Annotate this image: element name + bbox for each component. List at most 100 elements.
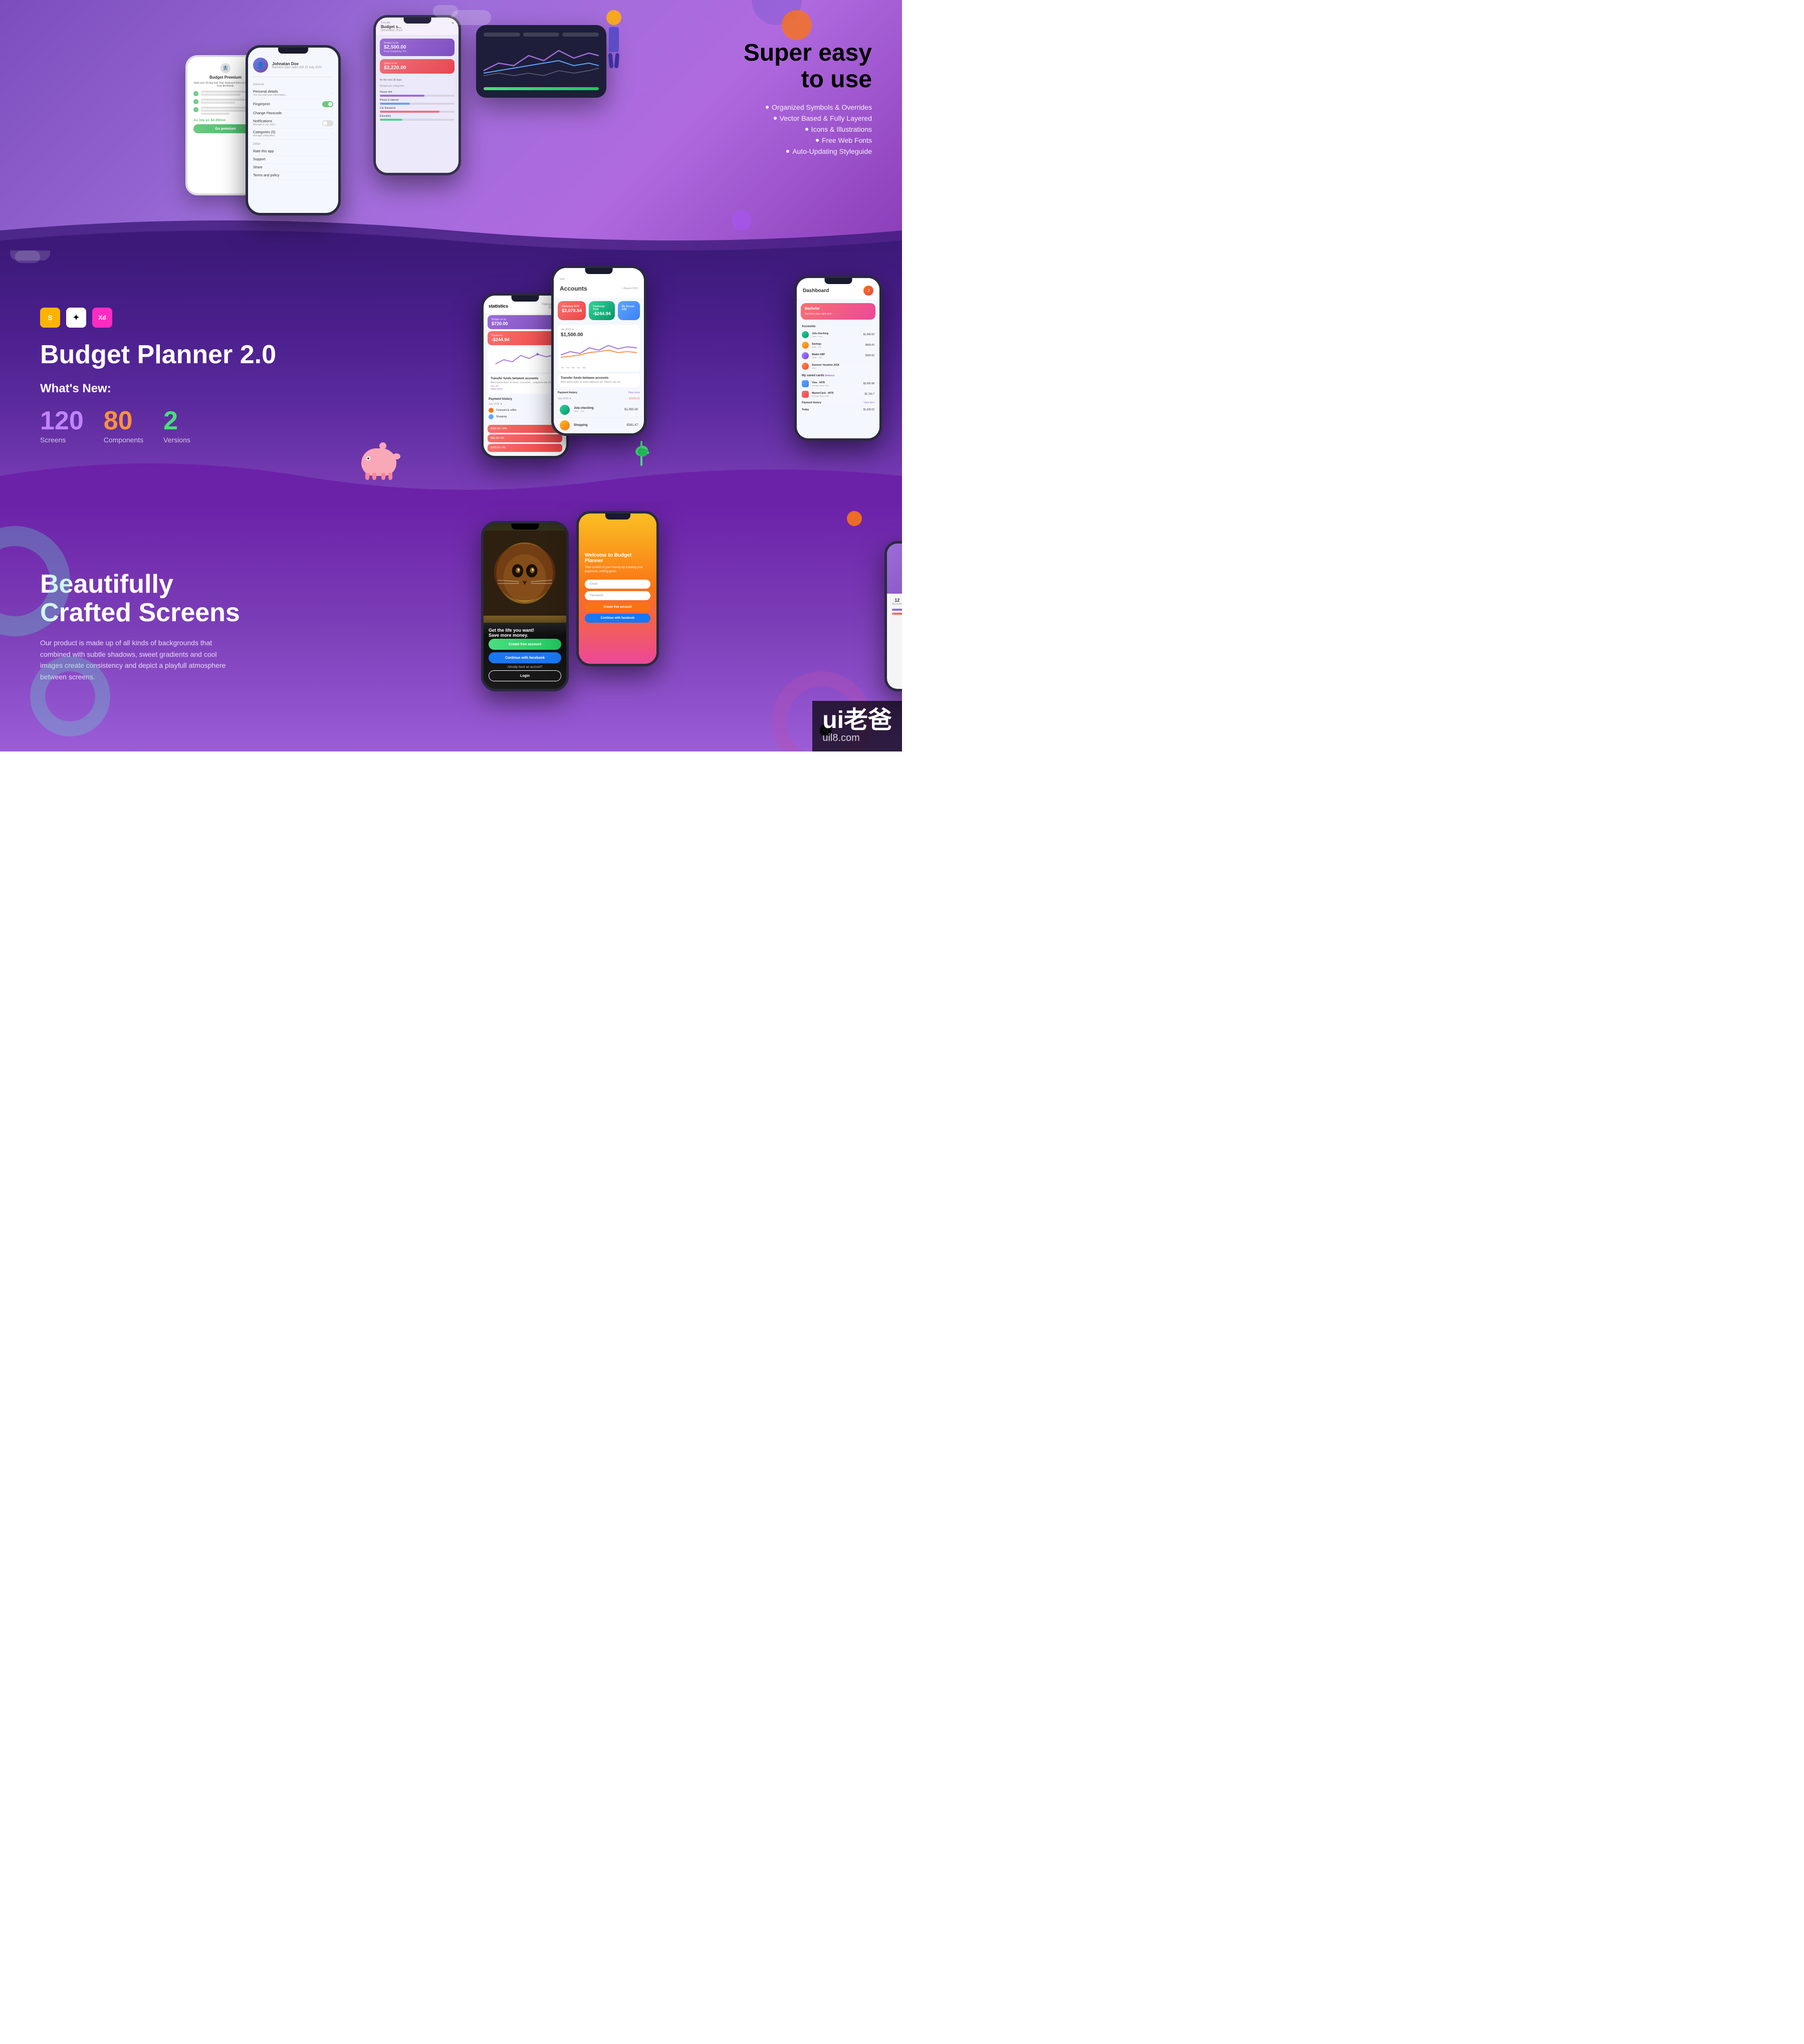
whats-new-label: What's New:: [40, 382, 411, 396]
components-stat: 80 Components: [104, 406, 143, 444]
orange-dot-accent: [847, 511, 862, 526]
accounts-phone: 9:40 Accounts 1 August 2019 Checking 201…: [551, 266, 646, 436]
budget-card-expense: Spent so far $3,220.00: [380, 59, 455, 74]
share-item[interactable]: Share: [253, 164, 333, 172]
dash-account-2: Savings Gold - 705 $600.00: [797, 340, 879, 351]
notifications-toggle[interactable]: [322, 120, 333, 126]
balance-cards-row: Checking 2019 $3,079.54 Challenge 2018 -…: [554, 298, 644, 323]
payment-history-header: Payment history View more: [554, 389, 644, 396]
sketch-icon: S: [40, 308, 60, 328]
dashboard-avatar: J: [863, 286, 873, 296]
categories-sub: Manage categories...: [253, 134, 277, 137]
budget-title: Budget s...: [381, 25, 454, 29]
view-more[interactable]: View more: [628, 391, 640, 394]
person-stats: 12 Accounts $12.5k Balance 8 Goals: [892, 598, 902, 606]
today-row: Today $1,620.03: [797, 406, 879, 413]
passcode-label: Change Passcode: [253, 112, 282, 115]
password-placeholder: Password: [590, 594, 603, 597]
dash-card-1: Visa - 4478 Savings Bank Todo $2,500.98: [797, 379, 879, 389]
dash-mockup: [476, 25, 606, 98]
person-illustration: [591, 10, 636, 75]
budget-phone-mockup: 9:41 AM ◀ Budget s... December 2018 Budg…: [373, 15, 461, 175]
terms-item[interactable]: Terms and policy: [253, 172, 333, 180]
car-insurance-category: Car Insurance: [380, 107, 455, 113]
dash-account-3: Wallet GBF Open - 705 $200.00: [797, 351, 879, 361]
section2-banner: S ✦ Xd Budget Planner 2.0 What's New: 12…: [0, 250, 902, 501]
payment-item-2: Shopping $391.47: [489, 414, 561, 419]
person-header: [887, 544, 902, 594]
line-chart-svg: [484, 41, 599, 81]
create-account-btn[interactable]: Create free account: [489, 639, 561, 650]
support-item[interactable]: Support: [253, 156, 333, 164]
categories-item[interactable]: Categories (5) Manage categories... ›: [253, 129, 333, 140]
watermark-text: ui老爸: [822, 708, 892, 732]
piggy-decoration: [361, 448, 396, 476]
dash-account-1: Jola checking Open - Yolo $1,000.00: [797, 330, 879, 340]
share-label: Share: [253, 166, 263, 169]
screens-number: 120: [40, 406, 84, 436]
lion-phone: Get the life you want!Save more money. C…: [481, 521, 569, 691]
bullet-dot-4: [816, 139, 819, 142]
feature-item-3: Icons & Illustrations: [744, 125, 872, 133]
xd-icon: Xd: [92, 308, 112, 328]
bullet-dot-2: [774, 117, 777, 120]
lion-image: [484, 524, 566, 623]
budget-date: December 2018: [381, 29, 454, 32]
expense-card-2: -$86.99 / 8%: [488, 434, 562, 442]
dash-saved-cards-label: My saved cards Balance: [797, 372, 879, 379]
today-amount: $1,620.03: [863, 408, 874, 411]
person-phone: 12 Accounts $12.5k Balance 8 Goals: [884, 541, 902, 691]
feature-item-2: Vector Based & Fully Layered: [744, 114, 872, 122]
support-label: Support: [253, 158, 266, 161]
fingerprint-toggle[interactable]: [322, 101, 333, 107]
personal-details-item[interactable]: Personal details You can edit your infor…: [253, 88, 333, 99]
expense-card-1: -$106.99 / 19%: [488, 425, 562, 433]
lion-svg: [484, 528, 566, 618]
password-input[interactable]: Password: [585, 591, 650, 600]
components-number: 80: [104, 406, 143, 436]
accounts-date: 1 August 2019: [622, 287, 638, 290]
account-item-2: Shopping -$391.47: [554, 418, 644, 433]
other-label: Other: [253, 143, 333, 146]
figma-icon: ✦: [66, 308, 86, 328]
facebook-btn[interactable]: Continue with facebook: [489, 652, 561, 663]
versions-label: Versions: [163, 436, 190, 444]
budget-card-income: Budget so far $2,500.00 Keep budgeting J…: [380, 39, 455, 56]
wave-decoration-1: [0, 210, 902, 250]
welcome-fb-btn[interactable]: Continue with facebook: [585, 614, 650, 623]
lion-title: Get the life you want!Save more money.: [489, 628, 561, 638]
notifications-item[interactable]: Notifications Manage if you want...: [253, 118, 333, 129]
notifications-label: Notifications: [253, 120, 277, 123]
phone-internet-category: Phone & Internet: [380, 99, 455, 105]
today-label: Today: [802, 408, 809, 411]
budget-screen: 9:41 AM ◀ Budget s... December 2018 Budg…: [376, 18, 459, 173]
balance-card-1: Checking 2019 $3,079.54: [558, 301, 586, 320]
fingerprint-item[interactable]: Fingerprint: [253, 99, 333, 110]
profile-avatar: 👤: [253, 58, 268, 73]
house-rent-category: House rent: [380, 91, 455, 97]
view-item-link[interactable]: View item: [863, 401, 874, 404]
payment-history-row: Payment history View item: [797, 400, 879, 406]
welcome-create-btn[interactable]: Create free account: [585, 603, 650, 612]
chevron-right-icon: ›: [332, 92, 333, 95]
budget-categories-label: Budget per categories: [376, 84, 459, 89]
feature-item-5: Auto-Updating Styleguide: [744, 147, 872, 155]
stats-title: statistics: [489, 304, 508, 309]
view-more-link[interactable]: View more: [491, 388, 559, 391]
tool-icons-row: S ✦ Xd: [40, 308, 411, 328]
section1-banner: ✕ 🏦 Budget Premium Start your 30-day fre…: [0, 0, 902, 250]
balance-card-3: My Annual GBF: [618, 301, 640, 320]
passcode-item[interactable]: Change Passcode ›: [253, 110, 333, 118]
bachelor-title: Bachelor: [805, 307, 871, 311]
bullet-dot-3: [805, 128, 808, 131]
email-input[interactable]: Email: [585, 580, 650, 589]
categories-label: Categories (5): [253, 131, 277, 134]
terms-label: Terms and policy: [253, 174, 280, 177]
cloud-4: [15, 250, 40, 263]
rate-item[interactable]: Rate this app: [253, 148, 333, 156]
welcome-subtitle: Take control of your money by tracking y…: [585, 566, 650, 574]
dashboard-phone: Dashboard J Bachelor Bachelor plan valid…: [794, 276, 882, 441]
bullet-dot-1: [766, 106, 769, 109]
welcome-phone: Welcome to Budget Planner Take control o…: [576, 511, 659, 666]
login-btn[interactable]: Login: [489, 670, 561, 681]
